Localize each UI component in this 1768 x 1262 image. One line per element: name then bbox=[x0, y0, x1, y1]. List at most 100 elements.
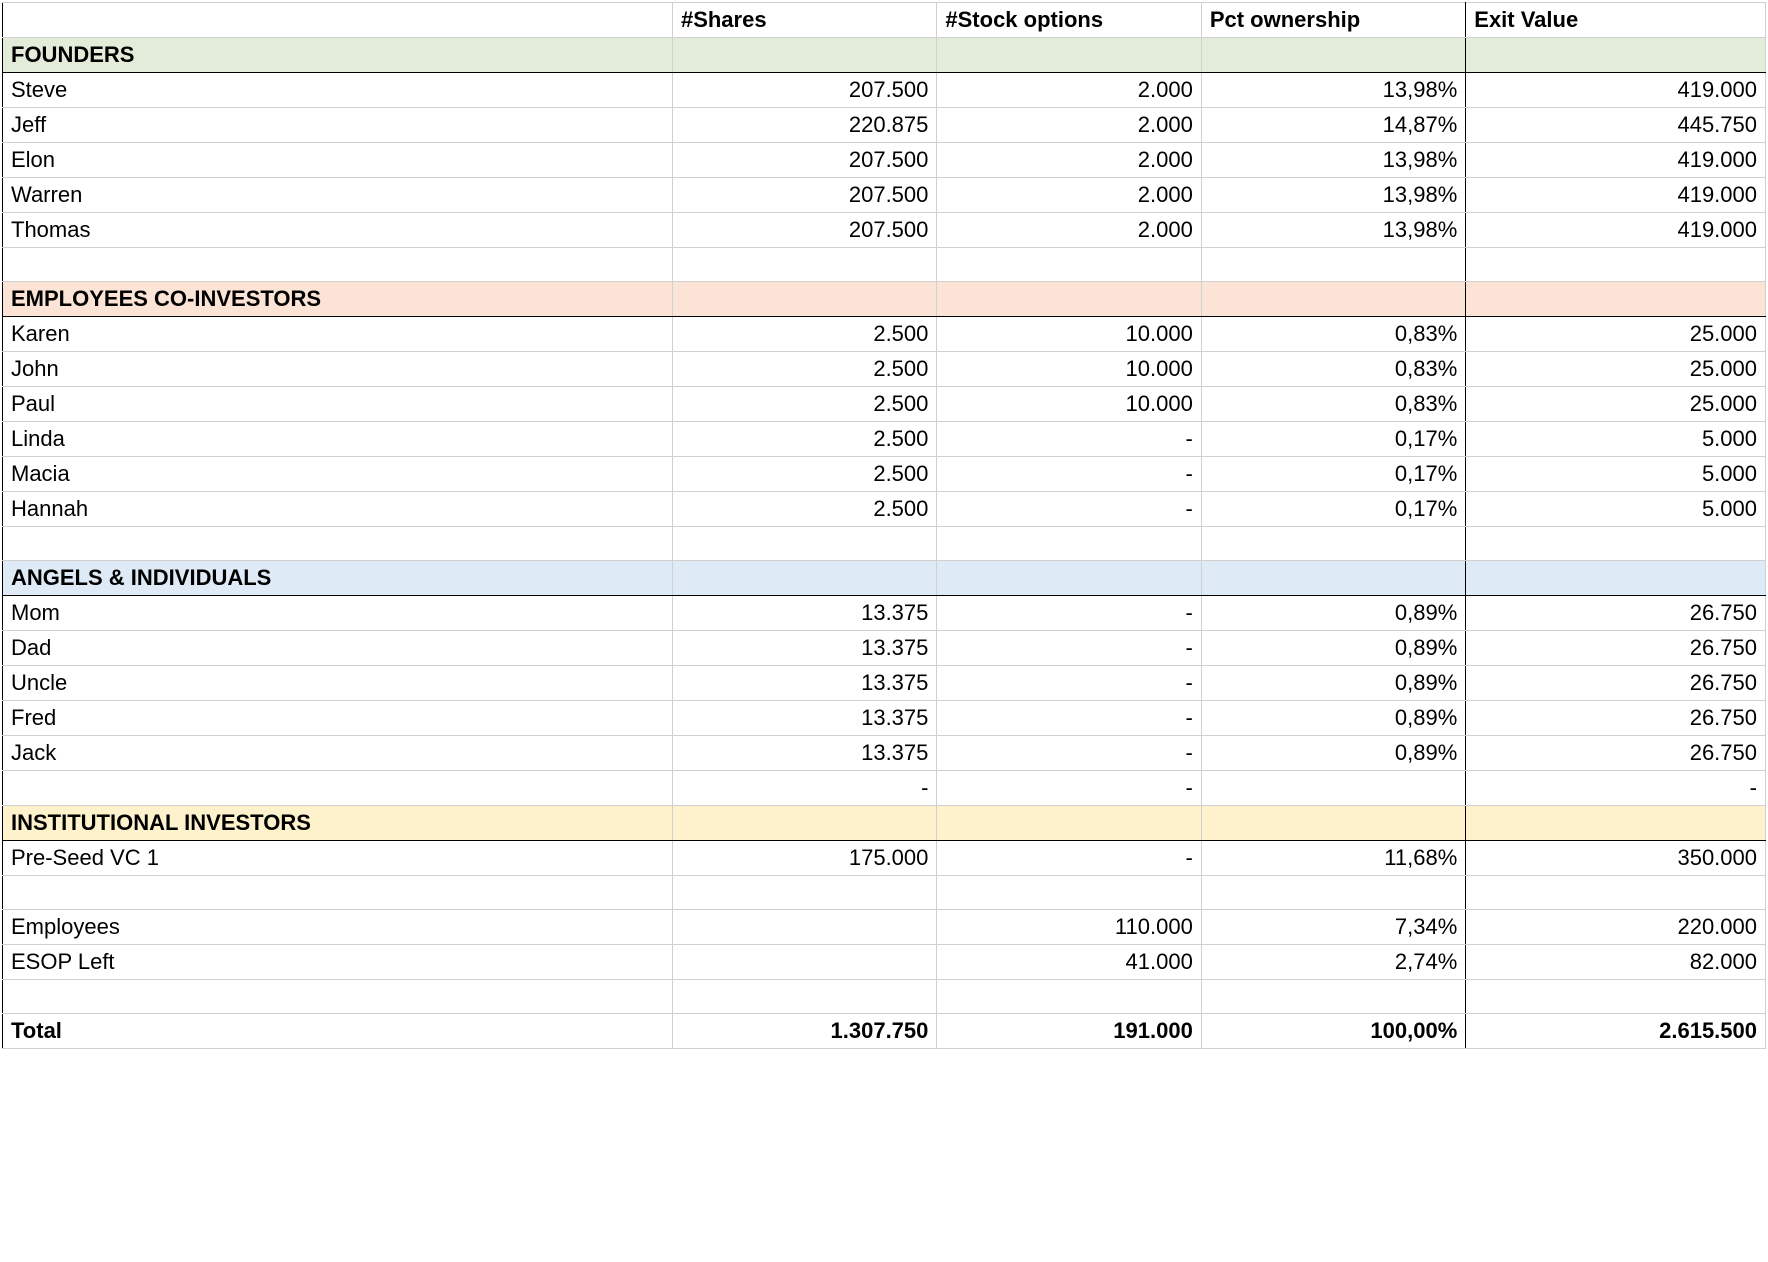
section-cell bbox=[1466, 561, 1766, 596]
cell-options: - bbox=[937, 457, 1201, 492]
cell-shares: 175.000 bbox=[672, 841, 936, 876]
cell-name: Dad bbox=[3, 631, 673, 666]
cell-options: - bbox=[937, 841, 1201, 876]
cell-exit: 2.615.500 bbox=[1466, 1014, 1766, 1049]
cell-name: Linda bbox=[3, 422, 673, 457]
angel-blank-row: --- bbox=[3, 771, 1766, 806]
cell-options: - bbox=[937, 771, 1201, 806]
employee-row: Linda2.500-0,17%5.000 bbox=[3, 422, 1766, 457]
cell-pct: 2,74% bbox=[1201, 945, 1465, 980]
cell-options: 2.000 bbox=[937, 143, 1201, 178]
cell-shares bbox=[672, 876, 936, 910]
institutional-row: Pre-Seed VC 1175.000-11,68%350.000 bbox=[3, 841, 1766, 876]
employee-row: Karen2.50010.0000,83%25.000 bbox=[3, 317, 1766, 352]
section-cell bbox=[1201, 282, 1465, 317]
founder-row: Jeff220.8752.00014,87%445.750 bbox=[3, 108, 1766, 143]
section-cell bbox=[672, 806, 936, 841]
cell-pct bbox=[1201, 876, 1465, 910]
cell-options: - bbox=[937, 596, 1201, 631]
cell-name: Mom bbox=[3, 596, 673, 631]
cell-options bbox=[937, 527, 1201, 561]
section-title: EMPLOYEES CO-INVESTORS bbox=[3, 282, 673, 317]
cell-options: 10.000 bbox=[937, 387, 1201, 422]
cell-name: Thomas bbox=[3, 213, 673, 248]
section-cell bbox=[1201, 38, 1465, 73]
cell-pct: 13,98% bbox=[1201, 213, 1465, 248]
section-title: FOUNDERS bbox=[3, 38, 673, 73]
cell-options: 2.000 bbox=[937, 108, 1201, 143]
cell-pct: 0,83% bbox=[1201, 387, 1465, 422]
cell-exit bbox=[1466, 527, 1766, 561]
section-header-institutional: INSTITUTIONAL INVESTORS bbox=[3, 806, 1766, 841]
section-cell bbox=[1466, 38, 1766, 73]
section-cell bbox=[937, 806, 1201, 841]
cell-options: 191.000 bbox=[937, 1014, 1201, 1049]
cell-pct: 0,89% bbox=[1201, 666, 1465, 701]
cell-pct: 0,83% bbox=[1201, 352, 1465, 387]
cell-exit: 26.750 bbox=[1466, 701, 1766, 736]
section-cell bbox=[1466, 806, 1766, 841]
cell-shares bbox=[672, 980, 936, 1014]
cell-name: John bbox=[3, 352, 673, 387]
angel-row: Dad13.375-0,89%26.750 bbox=[3, 631, 1766, 666]
cell-pct: 7,34% bbox=[1201, 910, 1465, 945]
section-cell bbox=[937, 561, 1201, 596]
blank-row bbox=[3, 248, 1766, 282]
cell-name: Elon bbox=[3, 143, 673, 178]
cell-exit: 419.000 bbox=[1466, 178, 1766, 213]
cell-exit: 5.000 bbox=[1466, 422, 1766, 457]
cell-exit: 25.000 bbox=[1466, 387, 1766, 422]
founder-row: Thomas207.5002.00013,98%419.000 bbox=[3, 213, 1766, 248]
cell-exit: 26.750 bbox=[1466, 596, 1766, 631]
cell-exit: 25.000 bbox=[1466, 352, 1766, 387]
cell-pct: 14,87% bbox=[1201, 108, 1465, 143]
founder-row: Steve207.5002.00013,98%419.000 bbox=[3, 73, 1766, 108]
total-row: Total1.307.750191.000100,00%2.615.500 bbox=[3, 1014, 1766, 1049]
cell-shares bbox=[672, 945, 936, 980]
employee-row: John2.50010.0000,83%25.000 bbox=[3, 352, 1766, 387]
section-cell bbox=[1466, 282, 1766, 317]
cell-exit: 25.000 bbox=[1466, 317, 1766, 352]
cell-shares: - bbox=[672, 771, 936, 806]
cell-shares: 2.500 bbox=[672, 422, 936, 457]
cell-shares: 207.500 bbox=[672, 213, 936, 248]
cell-exit: 419.000 bbox=[1466, 73, 1766, 108]
blank-row bbox=[3, 527, 1766, 561]
cell-name: Fred bbox=[3, 701, 673, 736]
cell-name bbox=[3, 527, 673, 561]
header-name bbox=[3, 3, 673, 38]
cell-options: 10.000 bbox=[937, 317, 1201, 352]
header-shares: #Shares bbox=[672, 3, 936, 38]
angel-row: Jack13.375-0,89%26.750 bbox=[3, 736, 1766, 771]
cell-name: Pre-Seed VC 1 bbox=[3, 841, 673, 876]
cell-exit bbox=[1466, 248, 1766, 282]
header-exit: Exit Value bbox=[1466, 3, 1766, 38]
cell-shares: 13.375 bbox=[672, 666, 936, 701]
cell-name: Steve bbox=[3, 73, 673, 108]
cell-exit: 82.000 bbox=[1466, 945, 1766, 980]
cell-options: - bbox=[937, 492, 1201, 527]
cell-pct bbox=[1201, 527, 1465, 561]
cell-name bbox=[3, 980, 673, 1014]
cell-exit: - bbox=[1466, 771, 1766, 806]
cell-name: Employees bbox=[3, 910, 673, 945]
section-title: ANGELS & INDIVIDUALS bbox=[3, 561, 673, 596]
section-cell bbox=[937, 38, 1201, 73]
cell-exit: 220.000 bbox=[1466, 910, 1766, 945]
cell-name: Karen bbox=[3, 317, 673, 352]
founder-row: Warren207.5002.00013,98%419.000 bbox=[3, 178, 1766, 213]
cell-name bbox=[3, 248, 673, 282]
cell-options: - bbox=[937, 631, 1201, 666]
cell-options: 41.000 bbox=[937, 945, 1201, 980]
cell-shares: 207.500 bbox=[672, 178, 936, 213]
cell-pct: 0,89% bbox=[1201, 596, 1465, 631]
employee-row: Paul2.50010.0000,83%25.000 bbox=[3, 387, 1766, 422]
cell-pct: 13,98% bbox=[1201, 73, 1465, 108]
cell-exit: 26.750 bbox=[1466, 631, 1766, 666]
cell-shares: 13.375 bbox=[672, 631, 936, 666]
cell-name: Total bbox=[3, 1014, 673, 1049]
cell-exit bbox=[1466, 876, 1766, 910]
cell-exit: 5.000 bbox=[1466, 457, 1766, 492]
cell-options: - bbox=[937, 422, 1201, 457]
cell-pct: 0,17% bbox=[1201, 422, 1465, 457]
